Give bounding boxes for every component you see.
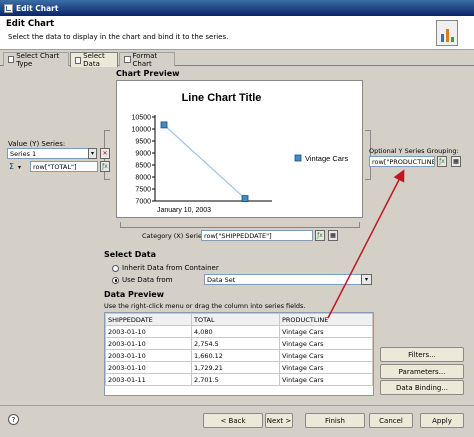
finish-button[interactable]: Finish bbox=[305, 413, 365, 428]
apply-button[interactable]: Apply bbox=[420, 413, 464, 428]
annotation-arrow bbox=[327, 169, 405, 319]
cancel-button[interactable]: Cancel bbox=[369, 413, 413, 428]
help-icon[interactable]: ? bbox=[8, 414, 19, 425]
back-button[interactable]: < Back bbox=[203, 413, 263, 428]
next-button[interactable]: Next > bbox=[265, 413, 293, 428]
